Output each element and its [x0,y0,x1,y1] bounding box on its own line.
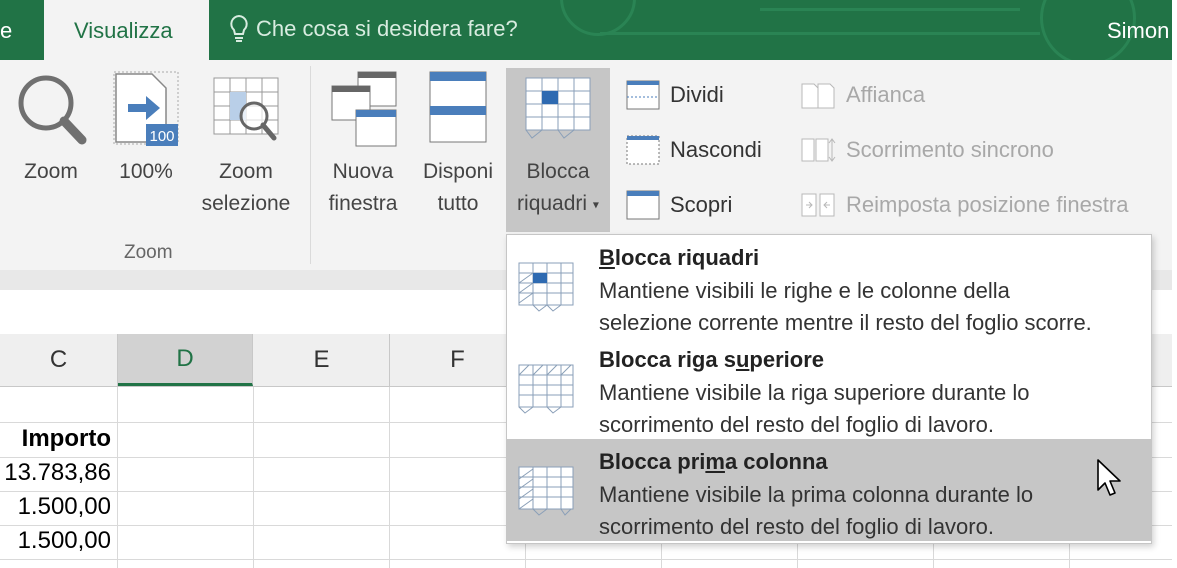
unhide-button[interactable]: Scopri [626,190,732,220]
zoom-100-icon: 100 [113,71,179,146]
new-window-label-1: Nuova [332,160,394,183]
zoom-selection-icon [213,77,279,141]
unhide-window-icon [626,190,660,220]
tell-me-placeholder: Che cosa si desidera fare? [256,16,518,41]
menu-item-description-2: scorrimento del resto del foglio di lavo… [599,412,994,437]
lightbulb-icon [230,14,248,42]
menu-item-description-1: Mantiene visibile la prima colonna duran… [599,482,1034,507]
menu-item-description-2: selezione corrente mentre il resto del f… [599,310,1092,335]
freeze-top-row-icon [518,364,574,414]
sync-scroll-icon [801,138,836,162]
menu-item-freeze-first-column[interactable]: Blocca prima colonna Mantiene visibile l… [507,439,1151,541]
menu-item-title: Blocca riquadri [599,245,760,270]
arrange-all-button[interactable]: Disponi tutto [414,70,502,220]
user-name[interactable]: Simon [1107,18,1169,44]
cell-c2[interactable]: Importo [22,425,111,453]
menu-item-title: Blocca prima colonna [599,449,828,474]
freeze-panes-small-icon [518,262,574,312]
freeze-panes-button[interactable]: Blocca riquadri ▾ [506,68,610,232]
zoom-100-button[interactable]: 100 100% [108,70,184,188]
menu-item-description-1: Mantiene visibile la riga superiore dura… [599,380,1030,405]
menu-item-title: Blocca riga superiore [599,347,824,372]
menu-item-freeze-top-row[interactable]: Blocca riga superiore Mantiene visibile … [507,337,1151,439]
freeze-panes-label-1: Blocca [526,160,590,183]
decor-line [760,8,1020,11]
zoom-label: Zoom [24,160,78,183]
new-window-label-2: finestra [328,192,398,215]
hide-button[interactable]: Nascondi [626,135,762,165]
mouse-cursor-icon [1097,459,1121,496]
split-icon [626,80,660,110]
chevron-down-icon: ▾ [592,197,599,212]
magnifier-icon [18,75,87,145]
hide-window-icon [626,135,660,165]
menu-item-description-2: scorrimento del resto del foglio di lavo… [599,514,994,539]
ribbon-tab-bar: e Visualizza Che cosa si desidera fare? … [0,0,1172,60]
cell-c3[interactable]: 13.783,86 [4,459,111,487]
zoom-selection-label-1: Zoom [219,160,273,183]
column-header-e[interactable]: E [254,334,390,386]
synchronous-scrolling-button[interactable]: Scorrimento sincrono [800,135,1054,165]
decor-circle [560,0,636,36]
hide-label: Nascondi [670,137,762,162]
group-separator [310,66,311,264]
column-header-d[interactable]: D [118,334,253,386]
zoom-button[interactable]: Zoom [10,70,92,188]
freeze-panes-label-2: riquadri [517,192,588,215]
tell-me-box[interactable]: Che cosa si desidera fare? [228,14,518,44]
zoom-selection-button[interactable]: Zoom selezione [192,70,300,220]
zoom-100-badge: 100 [149,128,174,145]
cell-c4[interactable]: 1.500,00 [18,493,111,521]
split-label: Dividi [670,82,724,107]
zoom-100-label: 100% [119,160,173,183]
column-header-c[interactable]: C [0,334,118,386]
group-label-zoom: Zoom [124,242,173,263]
freeze-first-column-icon [518,466,574,516]
reset-position-icon [801,193,835,217]
reset-position-label: Reimposta posizione finestra [846,192,1129,217]
tab-previous[interactable]: e [0,18,12,44]
tab-visualizza[interactable]: Visualizza [44,0,209,60]
tab-visualizza-label: Visualizza [74,18,173,43]
menu-item-freeze-panes[interactable]: Blocca riquadri Mantiene visibili le rig… [507,235,1151,337]
menu-item-description-1: Mantiene visibili le righe e le colonne … [599,278,1010,303]
side-by-side-button[interactable]: Affianca [800,80,925,110]
arrange-all-icon [429,71,487,143]
side-by-side-label: Affianca [846,82,926,107]
unhide-label: Scopri [670,192,733,217]
cell-c5[interactable]: 1.500,00 [18,527,111,555]
arrange-all-label-1: Disponi [422,160,494,183]
freeze-panes-menu: Blocca riquadri Mantiene visibili le rig… [506,234,1152,544]
zoom-selection-label-2: selezione [201,192,291,215]
new-window-button[interactable]: Nuova finestra [322,70,404,220]
sync-scroll-label: Scorrimento sincrono [846,137,1054,162]
freeze-panes-icon [525,77,591,139]
reset-window-position-button[interactable]: Reimposta posizione finestra [800,190,1128,220]
arrange-all-label-2: tutto [437,192,479,215]
new-window-icon [331,71,397,147]
split-button[interactable]: Dividi [626,80,724,110]
side-by-side-icon [801,83,835,109]
freeze-panes-label-row: riquadri ▾ [506,188,610,220]
decor-line [600,32,1040,35]
